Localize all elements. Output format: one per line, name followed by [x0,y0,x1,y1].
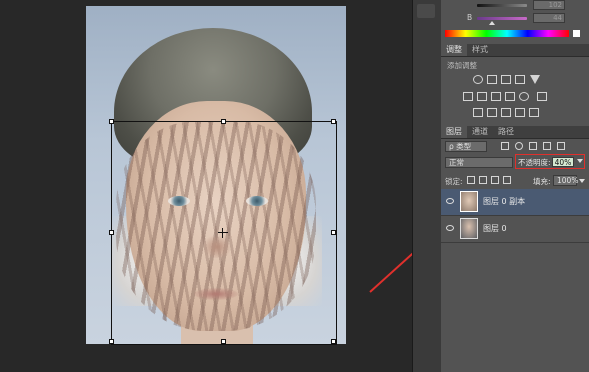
right-panel: 102 B 44 调整 样式 添加调整 图层 通道 路径 ρ 类型 正常 不透明… [441,0,589,372]
layer-name[interactable]: 图层 0 [483,223,507,234]
channel-mixer-icon[interactable] [519,92,529,101]
slider-thumb-icon[interactable] [489,21,495,25]
eye-icon[interactable] [446,225,454,231]
photo-filter-icon[interactable] [505,92,515,101]
invert-icon[interactable] [473,108,483,117]
collapsed-panel-strip [412,0,442,372]
layer-kind-filter[interactable]: ρ 类型 [445,141,487,152]
vibrance-icon[interactable] [530,75,540,84]
layers-empty-area [441,243,589,372]
color-spectrum[interactable] [445,30,569,37]
lock-transparent-icon[interactable] [467,176,475,184]
layers-tabbar: 图层 通道 路径 [441,126,589,139]
color-panel: 102 B 44 [441,0,589,42]
posterize-icon[interactable] [487,108,497,117]
opacity-label: 不透明度: [518,158,551,167]
lock-all-icon[interactable] [503,176,511,184]
layer-name[interactable]: 图层 0 副本 [483,196,525,207]
black-white-icon[interactable] [491,92,501,101]
fill-dropdown-icon[interactable] [579,179,585,183]
color-balance-icon[interactable] [477,92,487,101]
exposure-icon[interactable] [515,75,525,84]
gradient-map-icon[interactable] [515,108,525,117]
layer-thumbnail [460,191,478,212]
color-lookup-icon[interactable] [537,92,547,101]
filter-adjustment-icon[interactable] [515,142,523,150]
color-slider-b[interactable] [477,17,527,20]
tab-paths[interactable]: 路径 [493,126,519,138]
layer-row-0[interactable]: 图层 0 [441,216,589,243]
lock-label: 锁定: [445,177,463,186]
panel-icon[interactable] [417,4,435,18]
lock-image-icon[interactable] [479,176,487,184]
color-slider-top[interactable] [477,4,527,7]
lock-position-icon[interactable] [491,176,499,184]
brightness-icon[interactable] [473,75,483,84]
adjustments-tabbar: 调整 样式 [441,44,589,57]
levels-icon[interactable] [487,75,497,84]
filter-pixel-icon[interactable] [501,142,509,150]
layer-thumbnail [460,218,478,239]
fill-label: 填充: [533,177,551,186]
color-b-label: B [467,13,473,22]
eye-icon[interactable] [446,198,454,204]
blend-mode-select[interactable]: 正常 [445,157,513,168]
white-swatch[interactable] [573,30,580,37]
adjustments-panel: 添加调整 [441,57,589,119]
curves-icon[interactable] [501,75,511,84]
tab-channels[interactable]: 通道 [467,126,493,138]
layer-row-0-copy[interactable]: 图层 0 副本 [441,189,589,216]
color-value-b[interactable]: 44 [533,13,565,23]
selective-color-icon[interactable] [529,108,539,117]
tab-layers[interactable]: 图层 [441,126,467,138]
filter-shape-icon[interactable] [543,142,551,150]
tab-styles[interactable]: 样式 [467,44,493,56]
opacity-input[interactable]: 40% [552,157,574,167]
hue-saturation-icon[interactable] [463,92,473,101]
adjustments-title: 添加调整 [447,61,477,70]
fill-input[interactable]: 100% [553,175,578,186]
tab-adjustments[interactable]: 调整 [441,44,467,56]
filter-smart-object-icon[interactable] [557,142,565,150]
threshold-icon[interactable] [501,108,511,117]
opacity-dropdown-icon[interactable] [577,159,583,163]
color-value-top[interactable]: 102 [533,0,565,10]
filter-type-icon[interactable] [529,142,537,150]
